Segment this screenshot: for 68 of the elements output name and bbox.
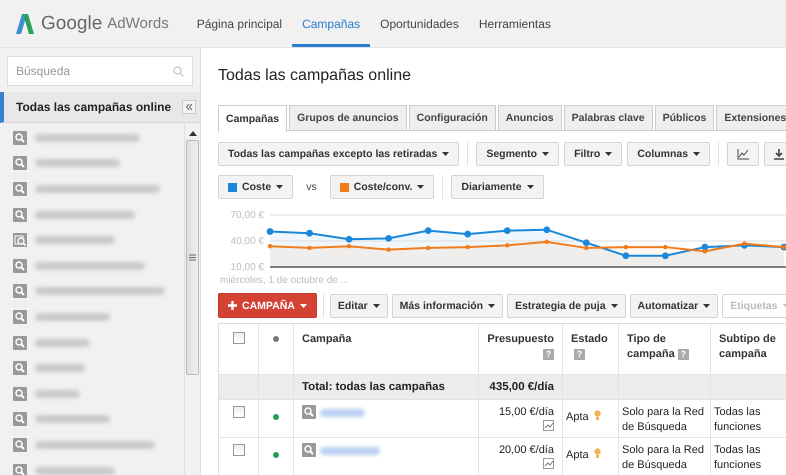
sidebar-item[interactable]: Todas las campañas online <box>0 92 200 123</box>
tab[interactable]: Extensiones <box>716 105 786 130</box>
nav-tab[interactable]: Oportunidades <box>370 3 469 47</box>
budget-cell-text: 20,00 €/día <box>498 443 554 458</box>
action-dropdown[interactable]: Automatizar <box>630 294 718 318</box>
point <box>465 244 470 250</box>
y-tick-label: 70,00 € <box>230 210 264 221</box>
campaign-type-cell-text: Solo para la Red de Búsqueda <box>622 405 705 435</box>
point <box>504 227 511 234</box>
action-dropdown[interactable]: Editar <box>330 294 388 318</box>
search-field[interactable]: Búsqueda <box>7 56 193 86</box>
point <box>346 236 352 243</box>
page-title: Todas las campañas online <box>218 67 412 85</box>
point <box>505 243 510 248</box>
nav-tab[interactable]: Herramientas <box>468 3 561 47</box>
y-tick-label: 40,00 € <box>230 236 264 247</box>
filter-dropdown[interactable]: Todas las campañas excepto las retiradas <box>218 142 460 166</box>
new-campaign-button[interactable]: CAMPAÑA <box>218 293 317 318</box>
metric-dropdown[interactable]: Coste/conv. <box>330 175 434 199</box>
point <box>624 244 628 250</box>
tab[interactable]: Configuración <box>408 105 496 130</box>
nav-tab[interactable]: Campañas <box>292 3 370 47</box>
point <box>424 227 432 234</box>
filter-dropdown[interactable]: Columnas <box>627 142 710 166</box>
logo-product: AdWords <box>107 15 169 32</box>
point <box>543 226 550 234</box>
tab[interactable]: Grupos de anuncios <box>289 105 407 130</box>
point <box>742 241 747 246</box>
point <box>307 246 312 250</box>
point <box>464 230 472 238</box>
total-budget: 435,00 €/día <box>489 381 554 393</box>
point <box>622 252 630 260</box>
point <box>386 247 391 252</box>
action-dropdown[interactable]: Más información <box>392 294 504 318</box>
point <box>584 246 589 250</box>
date-label: miércoles, 1 de octubre de ... <box>220 275 349 286</box>
vs-label: vs <box>305 181 318 193</box>
point <box>385 235 392 242</box>
filter-dropdown[interactable]: Segmento <box>476 142 560 166</box>
total-label: Total: todas las campañas <box>302 381 445 393</box>
campaign-subtype-cell-text: Todas las funciones <box>714 405 762 435</box>
filter-dropdown[interactable]: Filtro <box>564 142 622 166</box>
tab[interactable]: Públicos <box>654 105 714 130</box>
status-cell: Apta <box>566 448 589 463</box>
point <box>702 244 708 250</box>
point <box>702 249 708 254</box>
action-dropdown[interactable]: Estrategia de puja <box>507 294 626 318</box>
campaign-type-cell-text: Solo para la Red de Búsqueda <box>622 443 705 473</box>
point <box>426 246 430 250</box>
metric-dropdown[interactable]: Coste <box>218 175 294 199</box>
status-cell: Apta <box>566 410 589 425</box>
point <box>266 228 274 235</box>
campaign-subtype-cell-text: Todas las funciones <box>714 443 762 473</box>
tab[interactable]: Anuncios <box>498 105 562 130</box>
point <box>544 240 549 244</box>
point <box>582 239 590 246</box>
point <box>346 244 352 248</box>
tab[interactable]: Palabras clave <box>564 105 653 130</box>
point <box>662 252 669 260</box>
interval-dropdown[interactable]: Diariamente <box>451 175 544 199</box>
budget-cell-text: 15,00 €/día <box>498 405 554 420</box>
point <box>306 230 313 237</box>
tab[interactable]: Campañas <box>218 105 288 132</box>
point <box>268 244 272 248</box>
point <box>663 244 668 250</box>
y-tick-label: 10,00 € <box>230 262 264 271</box>
logo-brand: Google <box>41 12 102 34</box>
nav-tab[interactable]: Página principal <box>186 3 292 47</box>
